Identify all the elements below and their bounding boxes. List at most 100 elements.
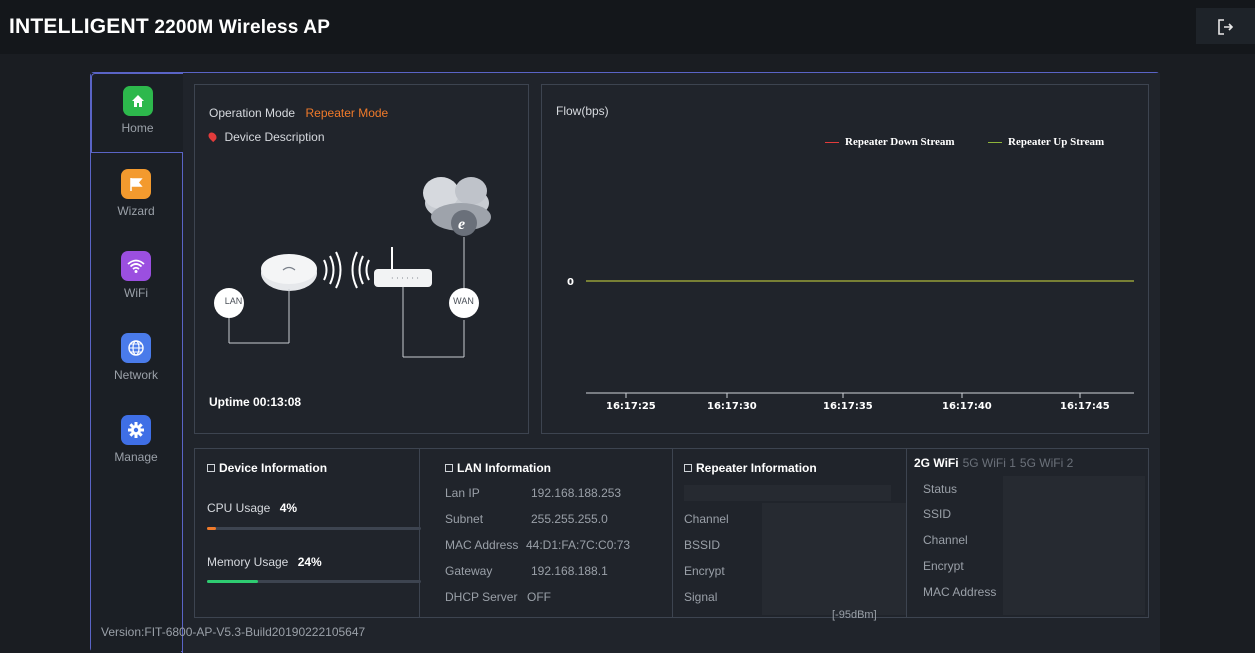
- operation-mode-value: Repeater Mode: [305, 106, 389, 120]
- mac-address-value: 44:D1:FA:7C:C0:73: [526, 538, 631, 552]
- home-icon: [122, 86, 153, 116]
- topology-diagram: e · · · · · ·: [214, 177, 491, 358]
- logout-button[interactable]: [1196, 8, 1255, 44]
- sidebar-item-label: Home: [121, 121, 154, 135]
- x-tick-label: 16:17:30: [707, 401, 757, 412]
- x-tick-label: 16:17:45: [1060, 401, 1110, 412]
- sidebar-item-network[interactable]: Network: [91, 321, 181, 401]
- wifi-encrypt-label: Encrypt: [923, 559, 964, 573]
- subnet-label: Subnet: [445, 512, 484, 526]
- version-text: Version:FIT-6800-AP-V5.3-Build2019022210…: [101, 625, 366, 639]
- tab-2g-wifi[interactable]: 2G WiFi: [914, 456, 959, 470]
- wifi-info-section: 2G WiFi 5G WiFi 1 5G WiFi 2 Status SSID Ch…: [908, 449, 1148, 617]
- globe-icon: [121, 333, 151, 363]
- tab-5g-wifi-2[interactable]: 5G WiFi 2: [1020, 456, 1073, 470]
- dhcp-server-label: DHCP Server: [445, 590, 518, 604]
- operation-mode: Operation Mode Repeater Mode: [209, 104, 388, 122]
- flow-panel: Flow(bps) Repeater Down Stream Repeater …: [541, 84, 1149, 434]
- uptime-value: 00:13:08: [253, 395, 302, 409]
- sidebar-item-manage[interactable]: Manage: [91, 403, 181, 483]
- brand-title: INTELLIGENT 2200M Wireless AP: [9, 15, 330, 39]
- wifi-channel-label: Channel: [923, 533, 968, 547]
- svg-text:e: e: [458, 216, 465, 233]
- sidebar-item-label: Wizard: [117, 204, 155, 218]
- repeater-signal-value: [-95dBm]: [832, 609, 877, 621]
- memory-value: 24%: [297, 555, 322, 569]
- x-tick-label: 16:17:40: [942, 401, 992, 412]
- mac-address-label: MAC Address: [445, 538, 519, 552]
- wifi-values-area: [1003, 476, 1145, 615]
- lan-info-title-text: LAN Information: [457, 461, 551, 475]
- wifi-mac-address-label: MAC Address: [923, 585, 997, 599]
- x-tick-label: 16:17:35: [823, 401, 873, 412]
- lan-info-section: LAN Information Lan IP 192.168.188.253 S…: [421, 449, 673, 617]
- dhcp-server-value: OFF: [527, 590, 551, 604]
- brand-main: INTELLIGENT: [9, 15, 149, 38]
- info-icon: [684, 464, 692, 472]
- wifi-status-label: Status: [923, 482, 958, 496]
- memory-usage: Memory Usage 24%: [207, 555, 322, 569]
- sidebar-item-label: WiFi: [124, 286, 148, 300]
- repeater-signal-label: Signal: [684, 590, 718, 604]
- operation-mode-label: Operation Mode: [209, 106, 296, 120]
- tab-5g-wifi-1[interactable]: 5G WiFi 1: [963, 456, 1016, 470]
- memory-label: Memory Usage: [207, 555, 289, 569]
- y-tick-label: 0: [567, 277, 574, 288]
- main-frame: Home Wizard WiFi Network Manage Operatio…: [90, 72, 1160, 653]
- svg-text:· · · · · ·: · · · · · ·: [391, 274, 419, 283]
- sidebar-item-label: Manage: [114, 450, 158, 464]
- repeater-bssid-label: BSSID: [684, 538, 721, 552]
- device-info-title-text: Device Information: [219, 461, 328, 475]
- lan-tag: LAN: [224, 296, 243, 306]
- device-description-label: Device Description: [224, 130, 325, 144]
- gear-icon: [121, 415, 151, 445]
- wifi-tabs: 2G WiFi 5G WiFi 1 5G WiFi 2: [914, 454, 1077, 472]
- cpu-bar-fill: [207, 527, 216, 530]
- cpu-label: CPU Usage: [207, 501, 271, 515]
- repeater-values-area: [762, 503, 906, 615]
- sidebar-item-label: Network: [113, 368, 158, 382]
- sidebar: Home Wizard WiFi Network Manage: [91, 73, 183, 653]
- wifi-icon: [121, 251, 151, 281]
- info-panel: Device Information CPU Usage 4% Memory U…: [194, 448, 1149, 618]
- lan-ip-label: Lan IP: [445, 486, 480, 500]
- uptime-label: Uptime: [209, 395, 250, 409]
- subnet-value: 255.255.255.0: [531, 512, 608, 526]
- gateway-value: 192.168.188.1: [531, 564, 608, 578]
- gateway-label: Gateway: [445, 564, 493, 578]
- info-icon: [207, 464, 215, 472]
- flag-icon: [121, 169, 151, 199]
- cloud-icon: e: [423, 177, 491, 236]
- uptime: Uptime 00:13:08: [209, 395, 301, 409]
- info-icon: [445, 464, 453, 472]
- repeater-info-section: Repeater Information Channel BSSID Encry…: [674, 449, 907, 617]
- cpu-value: 4%: [279, 501, 298, 515]
- sidebar-item-wizard[interactable]: Wizard: [91, 157, 181, 237]
- router-icon: · · · · · ·: [374, 247, 432, 287]
- memory-bar-fill: [207, 580, 259, 583]
- memory-bar: [207, 580, 421, 583]
- flow-chart: 0 16:17:25 16:17:30 16:17:35 16:17:40 16:17:4…: [567, 277, 1134, 412]
- top-bar: INTELLIGENT 2200M Wireless AP: [0, 0, 1255, 54]
- cpu-usage: CPU Usage 4%: [207, 501, 297, 515]
- brand-sub: 2200M Wireless AP: [154, 17, 331, 38]
- x-tick-label: 16:17:25: [606, 401, 656, 412]
- status-panel: Operation Mode Repeater Mode Device Desc…: [194, 84, 529, 434]
- wan-tag: WAN: [453, 296, 474, 306]
- repeater-info-title: Repeater Information: [684, 461, 817, 475]
- logout-icon: [1217, 19, 1233, 36]
- repeater-encrypt-label: Encrypt: [684, 564, 725, 578]
- repeater-channel-label: Channel: [684, 512, 729, 526]
- home-content: Operation Mode Repeater Mode Device Desc…: [182, 73, 1160, 653]
- device-info-title: Device Information: [207, 461, 327, 475]
- location-pin-icon: [206, 130, 219, 143]
- device-description: Device Description: [206, 128, 325, 146]
- repeater-blank-row: [684, 485, 891, 501]
- sidebar-item-home[interactable]: Home: [91, 73, 183, 153]
- device-info-section: Device Information CPU Usage 4% Memory U…: [195, 449, 421, 617]
- lan-info-title: LAN Information: [445, 461, 551, 475]
- lan-ip-value: 192.168.188.253: [531, 486, 622, 500]
- access-point-icon: [261, 254, 317, 291]
- sidebar-item-wifi[interactable]: WiFi: [91, 239, 181, 319]
- repeater-info-title-text: Repeater Information: [696, 461, 817, 475]
